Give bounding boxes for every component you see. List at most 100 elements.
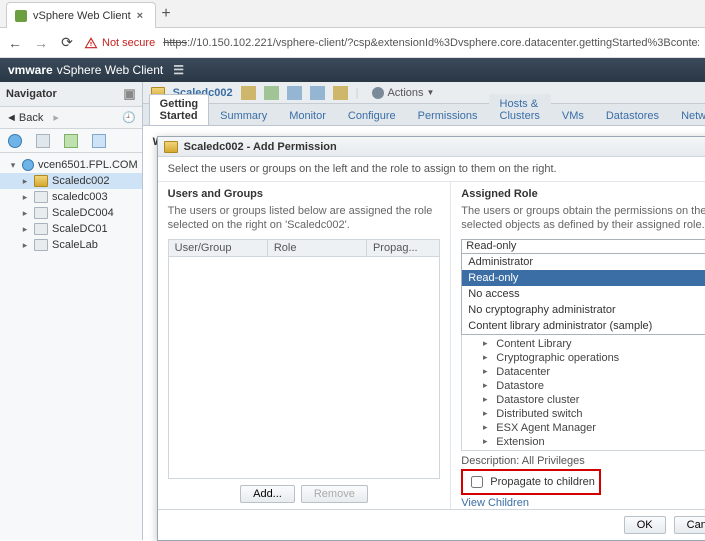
dialog-footer: OK Cancel <box>158 509 705 540</box>
new-dvs-icon[interactable] <box>310 86 325 100</box>
back-icon[interactable]: ← <box>6 34 24 52</box>
dialog-description: Select the users or groups on the left a… <box>158 157 705 182</box>
expand-icon[interactable]: ▸ <box>20 192 30 203</box>
expand-icon[interactable]: ▸ <box>20 208 30 219</box>
forward-icon: → <box>32 34 50 52</box>
brand: vmware <box>8 63 53 77</box>
vcenter-icon <box>22 159 34 171</box>
tree-item-scaledc003[interactable]: ▸ scaledc003 <box>0 189 142 205</box>
tab-hosts-clusters[interactable]: Hosts & Clusters <box>489 94 551 125</box>
tab-title: vSphere Web Client <box>33 10 131 22</box>
tab-configure[interactable]: Configure <box>337 106 407 125</box>
role-option[interactable]: No access <box>462 286 705 302</box>
role-subtext: The users or groups obtain the permissio… <box>461 204 705 233</box>
cancel-button[interactable]: Cancel <box>674 516 705 534</box>
network-view-icon[interactable] <box>92 134 106 148</box>
tree-root[interactable]: ▾ vcen6501.FPL.COM <box>0 157 142 173</box>
url-field[interactable]: https://10.150.102.221/vsphere-client/?c… <box>163 37 699 49</box>
new-vm-icon[interactable] <box>333 86 348 100</box>
new-folder-icon[interactable] <box>287 86 302 100</box>
main-panel: Scaledc002 | Actions ▼ Getting Started S… <box>143 82 705 540</box>
tree-item-scaledc004[interactable]: ▸ ScaleDC004 <box>0 205 142 221</box>
vms-view-icon[interactable] <box>36 134 50 148</box>
users-heading: Users and Groups <box>168 188 441 200</box>
role-option[interactable]: Administrator <box>462 254 705 270</box>
ok-button[interactable]: OK <box>624 516 666 534</box>
col-user[interactable]: User/Group <box>169 240 268 256</box>
new-cluster-icon[interactable] <box>264 86 279 100</box>
tree-item-scaledc002[interactable]: ▸ Scaledc002 <box>0 173 142 189</box>
tree-item-scalelab[interactable]: ▸ ScaleLab <box>0 237 142 253</box>
col-propagate[interactable]: Propag... <box>367 240 439 256</box>
browser-tab[interactable]: vSphere Web Client × <box>6 2 156 28</box>
chevron-down-icon: ▼ <box>427 88 435 97</box>
close-icon[interactable]: × <box>137 10 143 22</box>
col-role[interactable]: Role <box>268 240 367 256</box>
users-subtext: The users or groups listed below are ass… <box>168 204 441 233</box>
dialog-title: Scaledc002 - Add Permission <box>184 141 337 153</box>
browser-toolbar: ← → ⟳ Not secure https://10.150.102.221/… <box>0 28 705 58</box>
privilege-description: Description: All Privileges <box>461 455 705 467</box>
menu-icon[interactable]: ☰ <box>173 63 184 77</box>
tab-monitor[interactable]: Monitor <box>278 106 337 125</box>
assigned-role-column: Assigned Role The users or groups obtain… <box>451 182 705 509</box>
tab-datastores[interactable]: Datastores <box>595 106 670 125</box>
navigator-back-row: ◄ Back ▸ 🕘 <box>0 107 142 129</box>
add-button[interactable]: Add... <box>240 485 295 503</box>
chevron-left-icon: ◄ <box>6 112 17 124</box>
role-select[interactable]: Read-only ▾ <box>461 239 705 254</box>
datacenter-icon <box>34 175 48 187</box>
users-grid[interactable] <box>168 257 441 479</box>
datacenter-icon <box>34 223 48 235</box>
hosts-view-icon[interactable] <box>8 134 22 148</box>
users-groups-column: Users and Groups The users or groups lis… <box>158 182 452 509</box>
dialog-titlebar[interactable]: Scaledc002 - Add Permission ? ▸▸ <box>158 137 705 157</box>
role-option-selected[interactable]: Read-only <box>462 270 705 286</box>
tab-vms[interactable]: VMs <box>551 106 595 125</box>
role-option[interactable]: No cryptography administrator <box>462 302 705 318</box>
warning-icon <box>84 36 98 50</box>
pin-icon[interactable]: ▣ <box>123 86 135 102</box>
actions-menu[interactable]: Actions ▼ <box>372 87 434 99</box>
navigator-view-icons <box>0 129 142 153</box>
tab-summary[interactable]: Summary <box>209 106 278 125</box>
expand-icon[interactable]: ▸ <box>20 176 30 187</box>
datacenter-icon <box>34 191 48 203</box>
chevron-right-icon: ▸ <box>53 111 59 124</box>
navigator-panel: Navigator ▣ ◄ Back ▸ 🕘 ▾ vcen6501.FPL.CO… <box>0 82 143 540</box>
expand-icon[interactable]: ▾ <box>8 160 18 171</box>
add-host-icon[interactable] <box>241 86 256 100</box>
tree-item-scaledc01[interactable]: ▸ ScaleDC01 <box>0 221 142 237</box>
privileges-list[interactable]: ▸Content Library ▸Cryptographic operatio… <box>461 335 705 451</box>
view-children-link[interactable]: View Children <box>461 497 705 509</box>
inventory-tree: ▾ vcen6501.FPL.COM ▸ Scaledc002 ▸ scaled… <box>0 153 142 257</box>
remove-button: Remove <box>301 485 368 503</box>
datacenter-icon <box>34 239 48 251</box>
navigator-header: Navigator ▣ <box>0 82 142 107</box>
role-dropdown: Administrator Read-only No access No cry… <box>461 254 705 335</box>
favicon <box>15 10 27 22</box>
history-icon[interactable]: 🕘 <box>122 111 136 124</box>
tab-getting-started[interactable]: Getting Started <box>149 94 210 125</box>
expand-icon[interactable]: ▸ <box>20 240 30 251</box>
security-badge[interactable]: Not secure <box>84 36 155 50</box>
checkbox[interactable] <box>471 476 483 488</box>
role-option[interactable]: Content library administrator (sample) <box>462 318 705 334</box>
add-permission-dialog: Scaledc002 - Add Permission ? ▸▸ Select … <box>157 136 705 541</box>
role-heading: Assigned Role <box>461 188 705 200</box>
expand-icon[interactable]: ▸ <box>20 224 30 235</box>
tab-permissions[interactable]: Permissions <box>407 106 489 125</box>
app-header: vmware vSphere Web Client ☰ <box>0 58 705 82</box>
datacenter-icon <box>164 141 178 153</box>
object-tabs: Getting Started Summary Monitor Configur… <box>143 104 705 126</box>
object-header: Scaledc002 | Actions ▼ <box>143 82 705 104</box>
reload-icon[interactable]: ⟳ <box>58 34 76 52</box>
tab-networks[interactable]: Networks <box>670 106 705 125</box>
users-grid-header: User/Group Role Propag... <box>168 239 441 257</box>
navigator-back-button[interactable]: ◄ Back <box>0 112 49 124</box>
storage-view-icon[interactable] <box>64 134 78 148</box>
new-tab-button[interactable]: + <box>156 0 176 27</box>
datacenter-icon <box>34 207 48 219</box>
app-title: vSphere Web Client <box>57 63 164 77</box>
propagate-checkbox[interactable]: Propagate to children <box>461 469 601 495</box>
